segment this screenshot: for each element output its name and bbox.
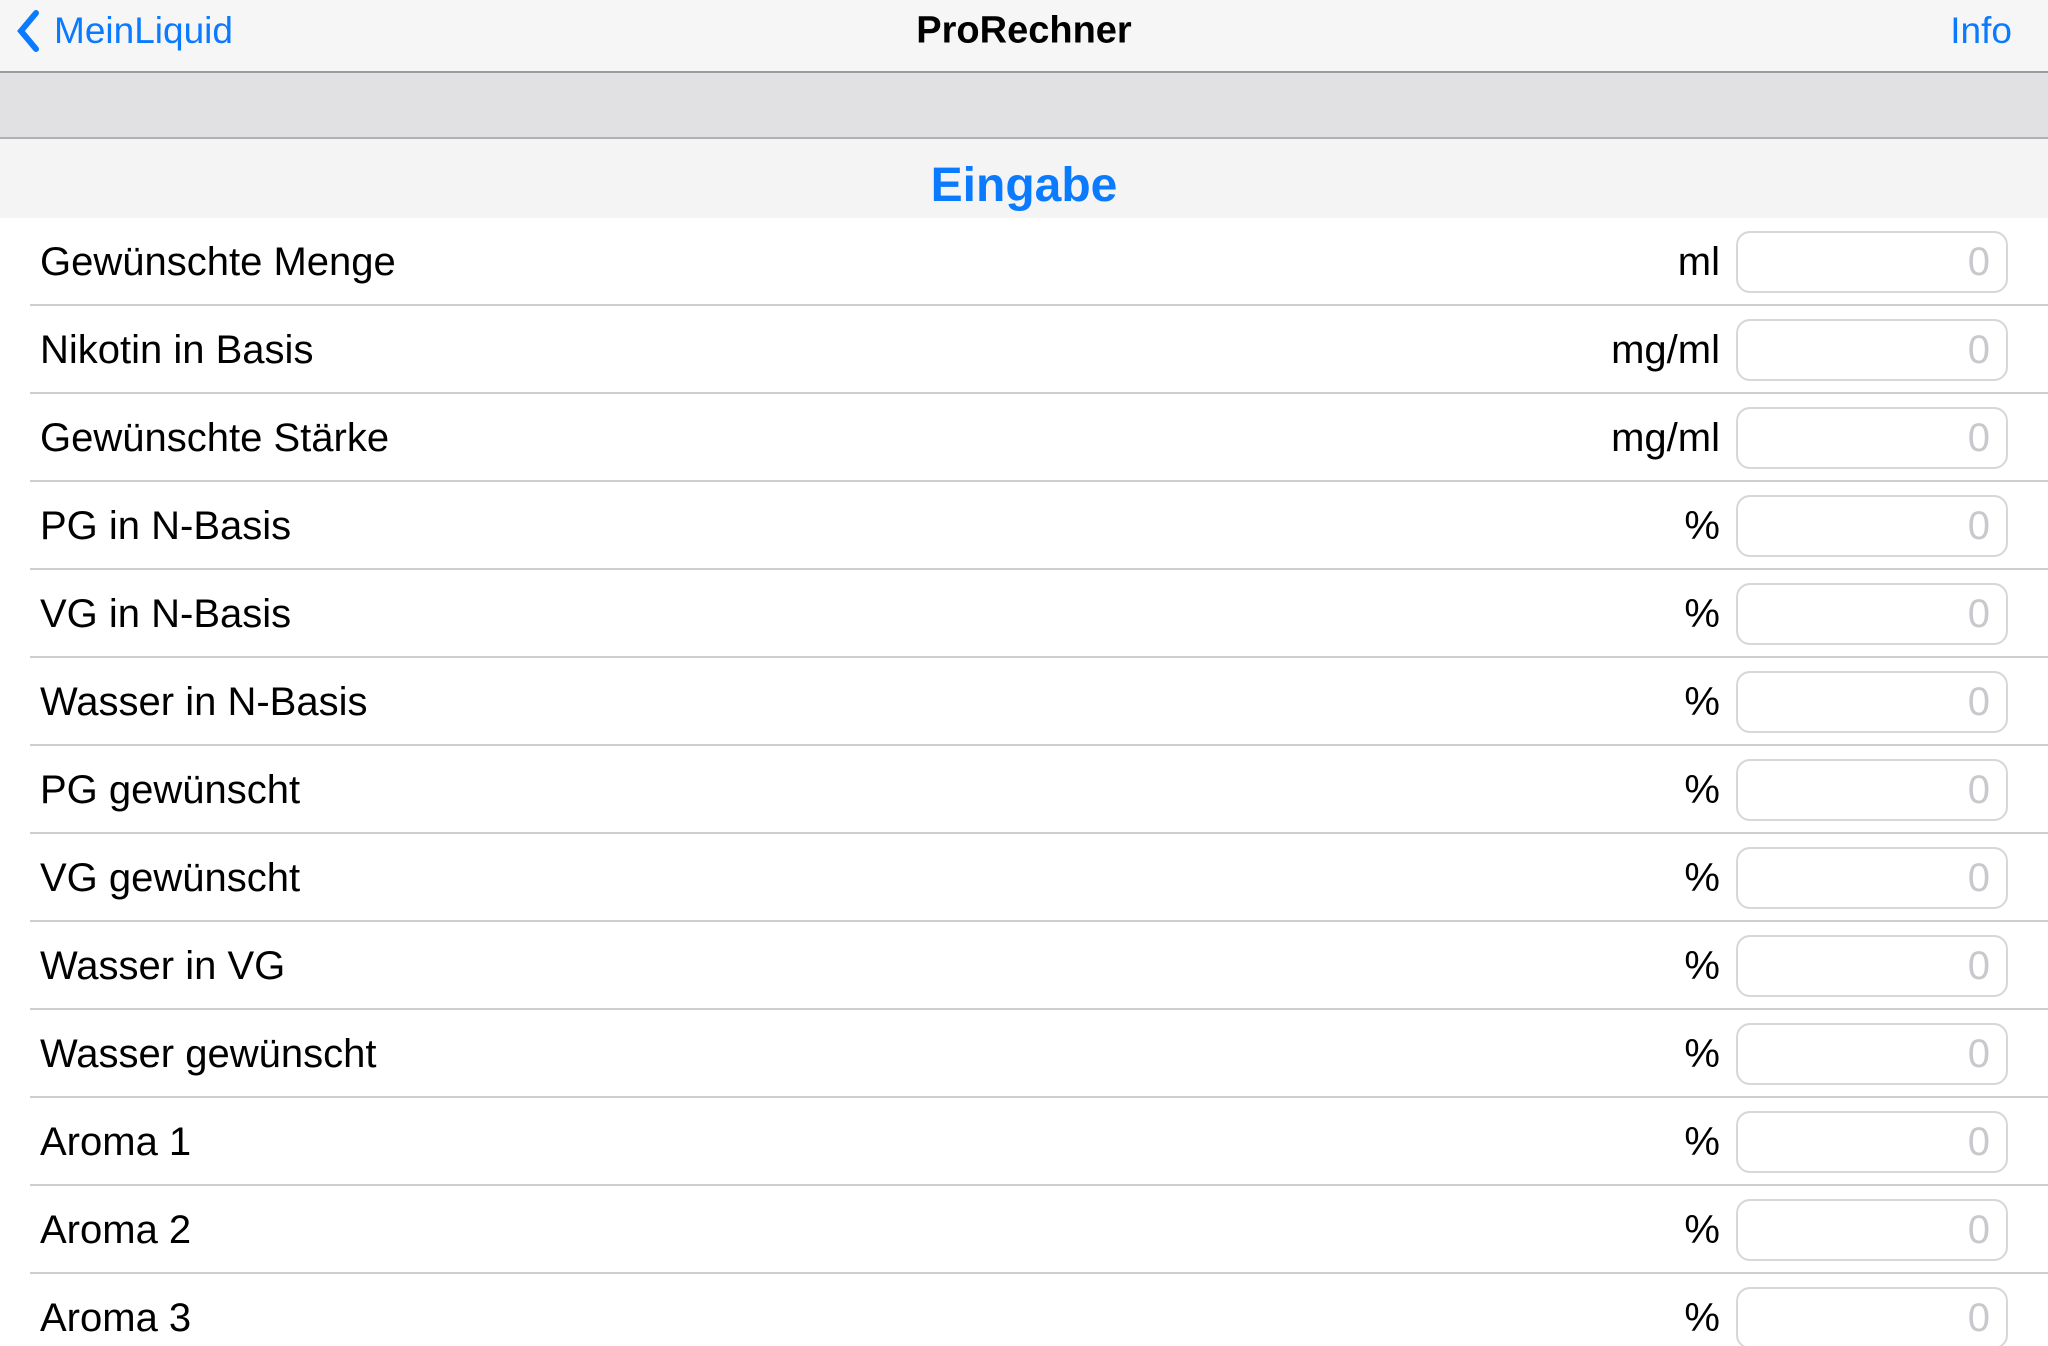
input-form: Gewünschte Menge ml Nikotin in Basis mg/… [0, 218, 2048, 1346]
back-chevron-icon [16, 9, 40, 53]
row-label: PG in N-Basis [40, 504, 1684, 549]
banner-placeholder [0, 73, 2048, 139]
row-label: Aroma 3 [40, 1296, 1684, 1341]
row-label: Aroma 1 [40, 1120, 1684, 1165]
row-input-aroma-2[interactable] [1736, 1199, 2008, 1261]
row-unit: ml [1678, 240, 1720, 285]
row-input-gewuenschte-staerke[interactable] [1736, 407, 2008, 469]
row-label: Wasser gewünscht [40, 1032, 1684, 1077]
row-unit: % [1684, 1208, 1720, 1253]
row-label: Gewünschte Menge [40, 240, 1678, 285]
row-label: Wasser in N-Basis [40, 680, 1684, 725]
form-row-gewuenschte-menge: Gewünschte Menge ml [0, 218, 2048, 306]
row-input-vg-in-n-basis[interactable] [1736, 583, 2008, 645]
row-input-gewuenschte-menge[interactable] [1736, 231, 2008, 293]
back-button-label[interactable]: MeinLiquid [54, 10, 233, 52]
row-unit: mg/ml [1611, 328, 1720, 373]
form-row-aroma-1: Aroma 1 % [0, 1098, 2048, 1186]
row-label: Gewünschte Stärke [40, 416, 1611, 461]
row-input-wasser-in-vg[interactable] [1736, 935, 2008, 997]
page-title: ProRechner [916, 9, 1131, 52]
info-button[interactable]: Info [1950, 10, 2012, 52]
row-label: PG gewünscht [40, 768, 1684, 813]
row-input-aroma-1[interactable] [1736, 1111, 2008, 1173]
row-label: Aroma 2 [40, 1208, 1684, 1253]
form-row-aroma-3: Aroma 3 % [0, 1274, 2048, 1346]
row-input-pg-gewuenscht[interactable] [1736, 759, 2008, 821]
back-button[interactable]: MeinLiquid [16, 9, 233, 53]
row-input-pg-in-n-basis[interactable] [1736, 495, 2008, 557]
row-input-wasser-gewuenscht[interactable] [1736, 1023, 2008, 1085]
row-label: Nikotin in Basis [40, 328, 1611, 373]
row-unit: % [1684, 768, 1720, 813]
form-row-pg-gewuenscht: PG gewünscht % [0, 746, 2048, 834]
row-unit: % [1684, 944, 1720, 989]
row-label: VG in N-Basis [40, 592, 1684, 637]
form-row-vg-in-n-basis: VG in N-Basis % [0, 570, 2048, 658]
row-unit: % [1684, 1120, 1720, 1165]
row-unit: % [1684, 1296, 1720, 1341]
row-unit: % [1684, 504, 1720, 549]
row-unit: mg/ml [1611, 416, 1720, 461]
row-input-wasser-in-n-basis[interactable] [1736, 671, 2008, 733]
row-label: Wasser in VG [40, 944, 1684, 989]
row-unit: % [1684, 856, 1720, 901]
navigation-bar: MeinLiquid ProRechner Info [0, 0, 2048, 73]
form-row-wasser-in-vg: Wasser in VG % [0, 922, 2048, 1010]
section-header: Eingabe [0, 139, 2048, 218]
form-row-vg-gewuenscht: VG gewünscht % [0, 834, 2048, 922]
row-label: VG gewünscht [40, 856, 1684, 901]
row-input-aroma-3[interactable] [1736, 1287, 2008, 1346]
row-unit: % [1684, 680, 1720, 725]
row-input-vg-gewuenscht[interactable] [1736, 847, 2008, 909]
form-row-pg-in-n-basis: PG in N-Basis % [0, 482, 2048, 570]
row-input-nikotin-in-basis[interactable] [1736, 319, 2008, 381]
form-row-gewuenschte-staerke: Gewünschte Stärke mg/ml [0, 394, 2048, 482]
row-unit: % [1684, 1032, 1720, 1077]
form-row-wasser-gewuenscht: Wasser gewünscht % [0, 1010, 2048, 1098]
form-row-nikotin-in-basis: Nikotin in Basis mg/ml [0, 306, 2048, 394]
form-row-aroma-2: Aroma 2 % [0, 1186, 2048, 1274]
section-header-label: Eingabe [931, 158, 1118, 213]
form-row-wasser-in-n-basis: Wasser in N-Basis % [0, 658, 2048, 746]
row-unit: % [1684, 592, 1720, 637]
